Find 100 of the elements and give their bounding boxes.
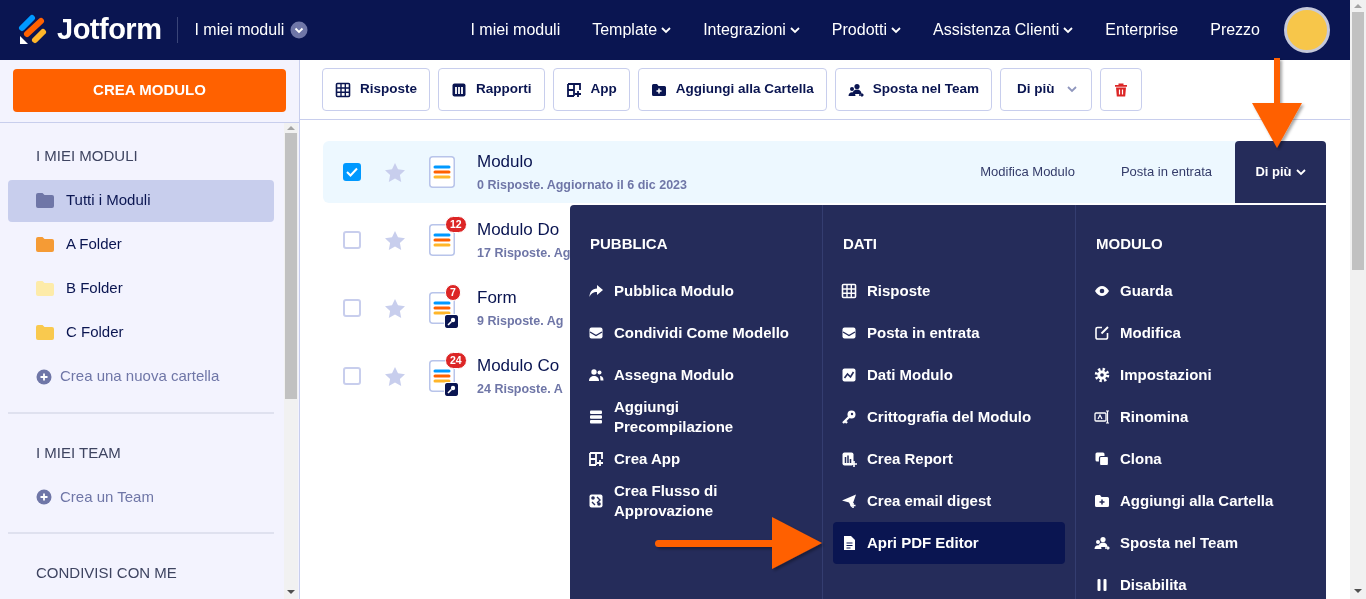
menu-item[interactable]: Disabilita [1086, 563, 1318, 599]
add-link[interactable]: Crea una nuova cartella [8, 355, 274, 398]
menu-item[interactable]: Crea Report [833, 437, 1065, 480]
folder-plus-icon [1094, 492, 1110, 509]
menu-item[interactable]: Crittografia del Modulo [833, 395, 1065, 438]
checkbox[interactable] [343, 163, 361, 181]
nav-link[interactable]: Template [592, 18, 672, 42]
check-icon [346, 167, 358, 177]
nav-link[interactable]: Prezzo [1210, 18, 1260, 42]
star-icon[interactable] [385, 298, 405, 318]
toolbar-button[interactable]: Risposte [322, 68, 430, 111]
add-link[interactable]: Crea un Team [8, 476, 274, 518]
chevron-down-icon [1066, 86, 1077, 93]
plus-circle-icon [36, 489, 52, 505]
menu-item[interactable]: Apri PDF Editor [833, 521, 1065, 564]
menu-heading: MODULO [1096, 234, 1164, 254]
star-icon[interactable] [385, 162, 405, 182]
more-dropdown[interactable]: Di più [1000, 68, 1092, 111]
nav-link[interactable]: Prodotti [831, 18, 901, 42]
menu-item[interactable]: Sposta nel Team [1086, 521, 1318, 564]
menu-item[interactable]: Condividi Come Modello [580, 311, 812, 354]
menu-item[interactable]: Posta in entrata [833, 311, 1065, 354]
nav-link[interactable]: I miei moduli [470, 18, 561, 42]
paper-plane-icon [841, 492, 857, 509]
menu-item[interactable]: Aggiungi alla Cartella [1086, 479, 1318, 522]
count-badge: 7 [445, 284, 461, 301]
logo-icon [18, 14, 48, 46]
text-cursor-icon [1094, 408, 1110, 425]
folder-item[interactable]: Tutti i Moduli [8, 179, 274, 222]
checkbox[interactable] [343, 367, 361, 385]
form-title[interactable]: Form [477, 284, 564, 311]
toolbar-button[interactable]: App [552, 68, 630, 111]
folder-item[interactable]: B Folder [8, 267, 274, 310]
scrollbar[interactable] [1350, 0, 1366, 599]
report-icon [841, 450, 857, 467]
form-title[interactable]: Modulo [477, 148, 687, 175]
star-icon[interactable] [385, 230, 405, 250]
menu-item[interactable]: Clona [1086, 437, 1318, 480]
document-icon [841, 534, 857, 551]
menu-item[interactable]: Assegna Modulo [580, 353, 812, 396]
form-details: 0 Risposte. Aggiornato il 6 dic 2023 [477, 177, 687, 195]
people-arrow-icon [847, 81, 864, 98]
key-icon [841, 408, 857, 425]
grid-icon [841, 282, 857, 299]
toolbar-button[interactable]: Rapporti [438, 68, 545, 111]
menu-item[interactable]: Dati Modulo [833, 353, 1065, 396]
delete-button[interactable] [1099, 68, 1142, 111]
menu-heading: DATI [843, 234, 878, 254]
menu-item[interactable]: Pubblica Modulo [580, 269, 812, 312]
folder-item[interactable]: C Folder [8, 311, 274, 354]
nav-link[interactable]: Integrazioni [703, 18, 800, 42]
folder-plus-icon [650, 81, 667, 98]
edit-icon [1094, 324, 1110, 341]
avatar[interactable] [1284, 7, 1330, 53]
row-action[interactable]: Modifica Modulo [957, 162, 1098, 182]
toolbar-button[interactable]: Sposta nel Team [834, 68, 993, 111]
form-row[interactable]: Modulo 0 Risposte. Aggiornato il 6 dic 2023 Modifica Modulo Posta in entrata Di più [323, 141, 1326, 203]
form-title[interactable]: Modulo Do [477, 216, 571, 243]
menu-item[interactable]: Crea email digest [833, 479, 1065, 522]
menu-item[interactable]: Guarda [1086, 269, 1318, 312]
stack-icon [588, 408, 604, 425]
section-heading: CONDIVISI CON ME [35, 563, 178, 583]
trash-icon [1112, 81, 1129, 98]
form-icon [429, 156, 455, 188]
chart-icon [841, 366, 857, 383]
menu-item[interactable]: Rinomina [1086, 395, 1318, 438]
toolbar-button[interactable]: Aggiungi alla Cartella [637, 68, 827, 111]
people-icon [588, 366, 604, 383]
workspace-dropdown[interactable]: I miei moduli [194, 18, 309, 42]
section-heading: I MIEI MODULI [35, 146, 139, 166]
count-badge: 24 [445, 352, 467, 369]
star-icon[interactable] [385, 366, 405, 386]
more-button[interactable]: Di più [1235, 141, 1326, 203]
copy-icon [1094, 450, 1110, 467]
form-details: 24 Risposte. A [477, 381, 563, 399]
menu-item[interactable]: Impostazioni [1086, 353, 1318, 396]
count-badge: 12 [445, 216, 467, 233]
chevron-down-icon [290, 21, 309, 39]
row-action[interactable]: Posta in entrata [1097, 162, 1235, 182]
menu-item[interactable]: Crea App [580, 437, 812, 480]
menu-item[interactable]: Aggiungi Precompilazione [580, 395, 812, 438]
form-details: 17 Risposte. Ag [477, 245, 571, 263]
checkbox[interactable] [343, 231, 361, 249]
menu-item[interactable]: Crea Flusso di Approvazione [580, 479, 812, 522]
form-title[interactable]: Modulo Co [477, 352, 563, 379]
chevron-down-icon [1295, 168, 1306, 176]
people-arrow-icon [1094, 534, 1110, 551]
scrollbar[interactable] [284, 123, 298, 599]
flow-icon [588, 492, 604, 509]
nav-link[interactable]: Assistenza Clienti [933, 18, 1074, 42]
logo-text: Jotform [57, 12, 162, 48]
menu-item[interactable]: Modifica [1086, 311, 1318, 354]
menu-heading: PUBBLICA [590, 234, 669, 254]
nav-link[interactable]: Enterprise [1105, 18, 1179, 42]
folder-item[interactable]: A Folder [8, 223, 274, 266]
menu-item[interactable]: Risposte [833, 269, 1065, 312]
checkbox[interactable] [343, 299, 361, 317]
section-heading: I MIEI TEAM [35, 442, 122, 463]
grid-icon [335, 81, 351, 98]
form-details: 9 Risposte. Ag [477, 313, 564, 331]
